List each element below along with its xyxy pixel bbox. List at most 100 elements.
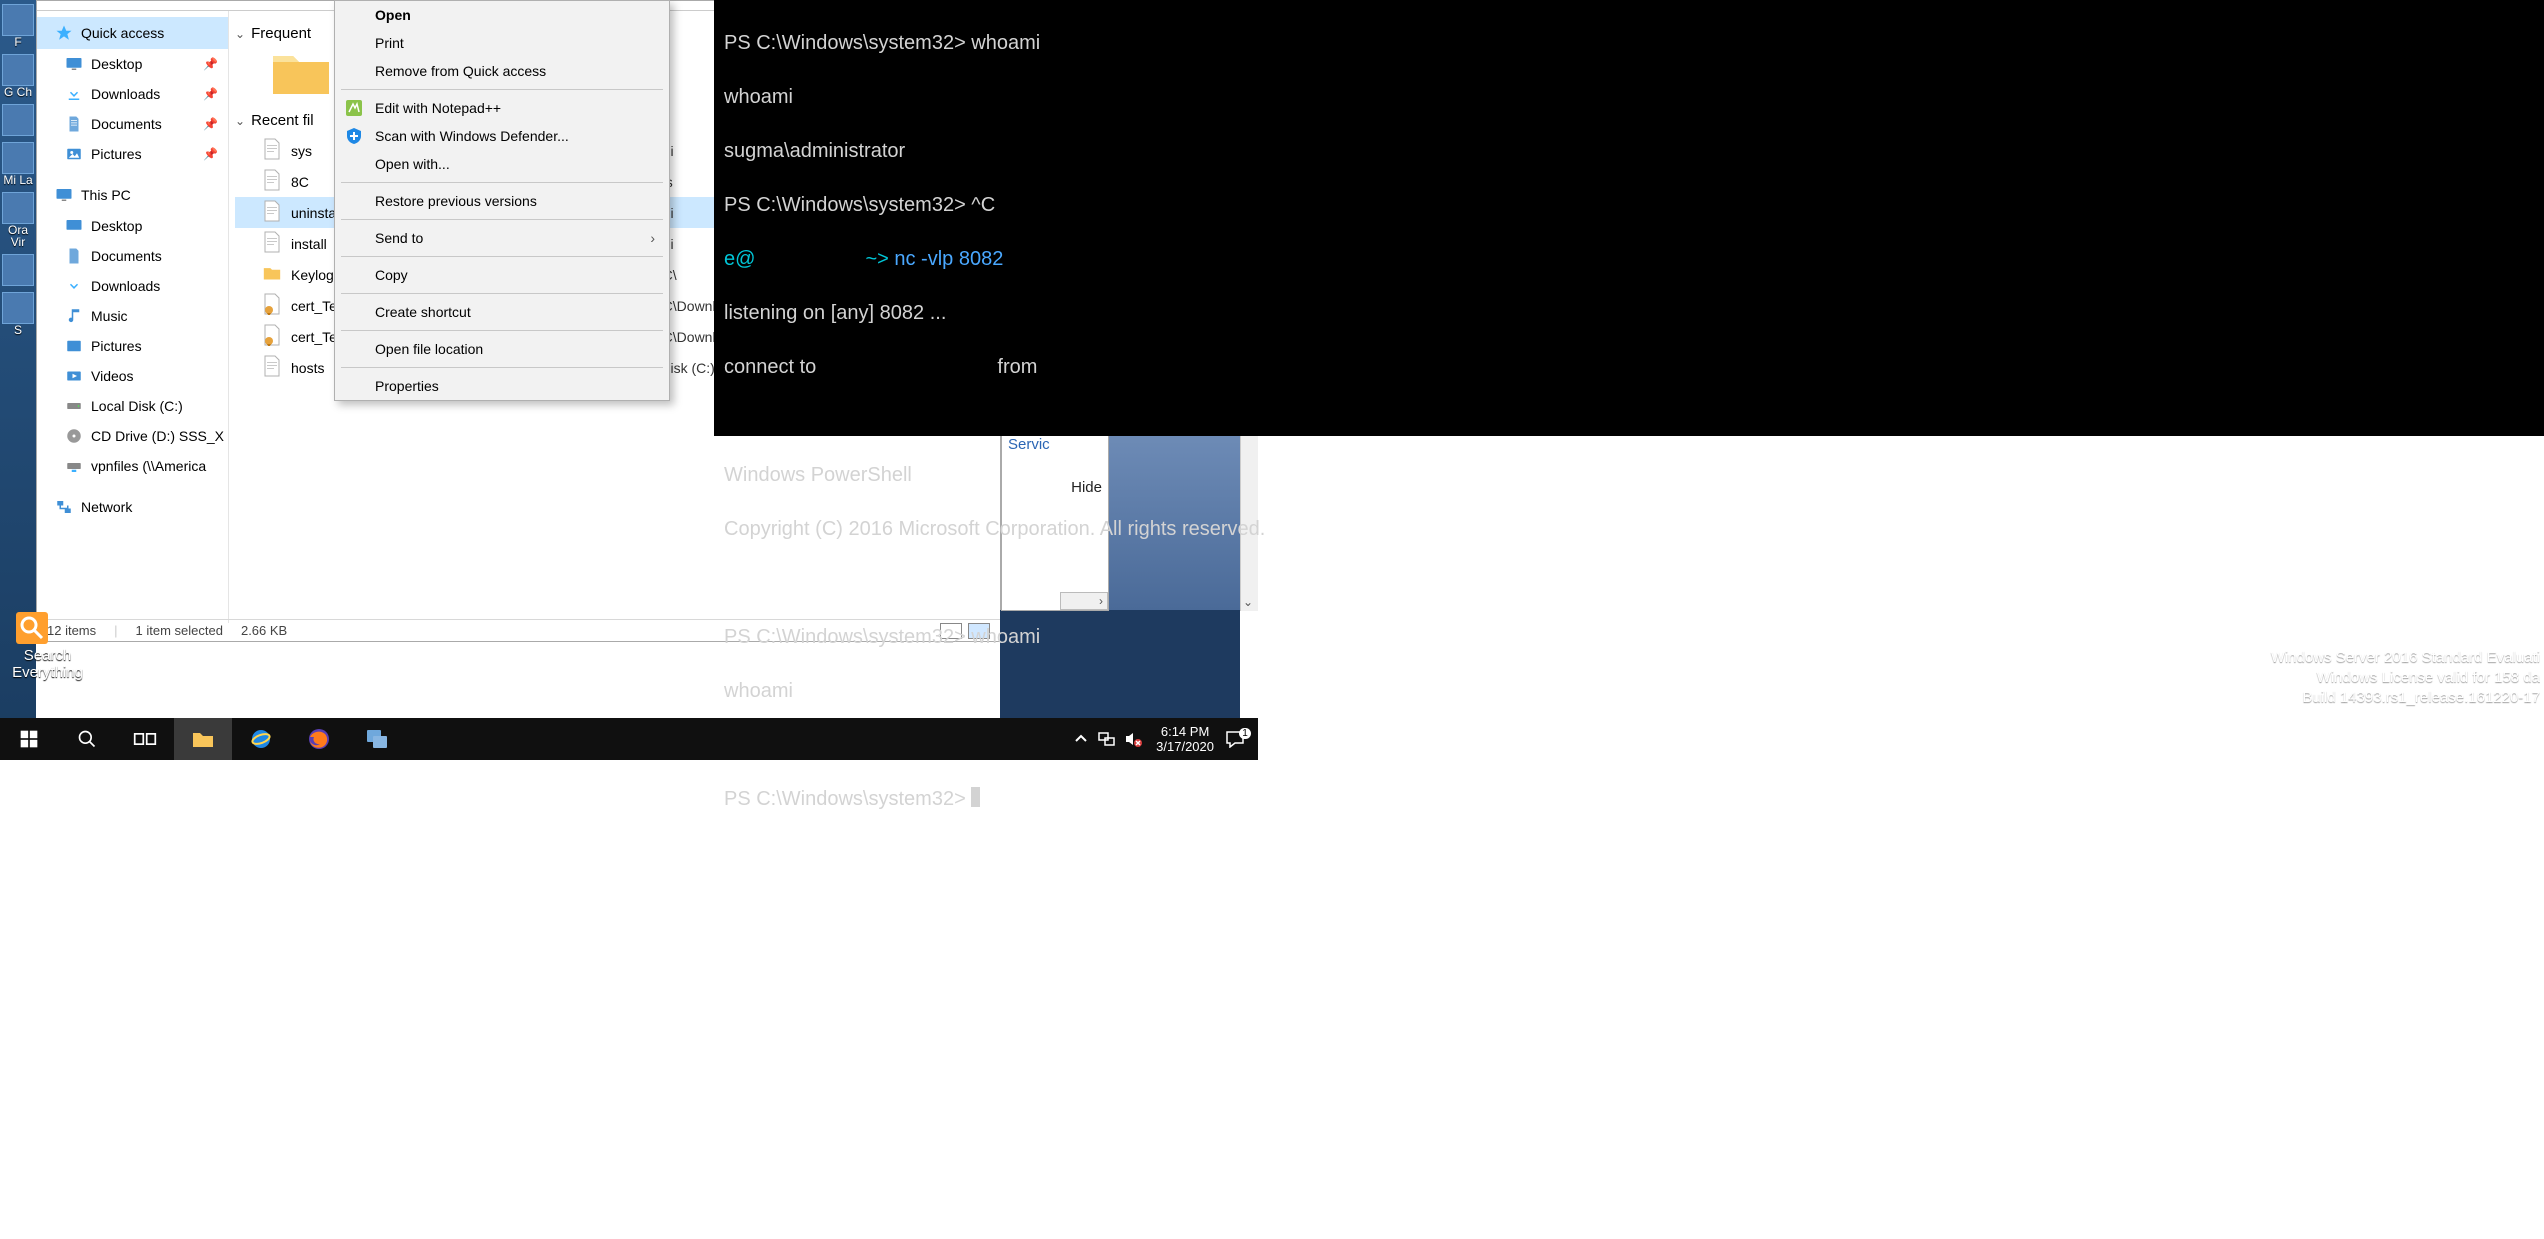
context-menu-item[interactable]: Send to› [335, 224, 669, 252]
terminal-window[interactable]: PS C:\Windows\system32> whoami whoami su… [714, 0, 2544, 436]
recent-file-name: install [291, 236, 327, 252]
context-menu-item[interactable]: Open with... [335, 150, 669, 178]
file-icon [263, 138, 281, 163]
desktop-icon[interactable] [2, 142, 34, 174]
cd-icon [65, 427, 83, 445]
nav-label: CD Drive (D:) SSS_X [91, 428, 224, 444]
context-menu-item[interactable]: Properties [335, 372, 669, 400]
start-button[interactable] [0, 718, 58, 760]
scroll-right-button[interactable]: › [1060, 592, 1108, 610]
section-label: Recent fil [251, 112, 314, 129]
defender-icon [345, 127, 363, 145]
nav-label: Downloads [91, 86, 160, 102]
clock-date: 3/17/2020 [1156, 739, 1214, 754]
term-line: listening on [any] 8082 ... [724, 302, 946, 324]
context-menu-label: Properties [375, 378, 439, 394]
context-menu-label: Restore previous versions [375, 193, 537, 209]
taskbar-app[interactable] [348, 718, 406, 760]
nav-pc-localdisk[interactable]: Local Disk (C:) [37, 391, 228, 421]
term-line: PS C:\Windows\system32> whoami [724, 32, 1040, 54]
context-menu-item[interactable]: Print [335, 29, 669, 57]
desktop-icon-label: F [0, 36, 36, 48]
nav-pc-documents[interactable]: Documents [37, 241, 228, 271]
pc-icon [55, 186, 73, 204]
nav-pc-downloads[interactable]: Downloads [37, 271, 228, 301]
context-menu-label: Open [375, 7, 411, 23]
frequent-folder[interactable] [271, 48, 331, 98]
context-menu-item[interactable]: Open file location [335, 335, 669, 363]
task-view-button[interactable] [116, 718, 174, 760]
term-line: Copyright (C) 2016 Microsoft Corporation… [724, 518, 1265, 540]
context-menu-item[interactable]: Create shortcut [335, 298, 669, 326]
recent-file-name: sys [291, 143, 312, 159]
pin-icon: 📌 [203, 57, 218, 71]
taskbar-ie[interactable] [232, 718, 290, 760]
pin-icon: 📌 [203, 117, 218, 131]
nav-pictures[interactable]: Pictures 📌 [37, 139, 228, 169]
hide-link[interactable]: Hide [1002, 473, 1108, 502]
nav-pc-cddrive[interactable]: CD Drive (D:) SSS_X [37, 421, 228, 451]
chevron-down-icon: ⌄ [1243, 595, 1253, 609]
desktop-icon[interactable] [2, 104, 34, 136]
nav-pc-netdrive[interactable]: vpnfiles (\\America [37, 451, 228, 481]
nav-pc-videos[interactable]: Videos [37, 361, 228, 391]
chevron-right-icon: › [1099, 594, 1107, 608]
context-menu-item[interactable]: Restore previous versions [335, 187, 669, 215]
term-line: Windows PowerShell [724, 464, 912, 486]
nav-quick-access[interactable]: Quick access [37, 17, 228, 49]
context-menu-label: Remove from Quick access [375, 63, 546, 79]
tray-network-icon[interactable] [1094, 718, 1120, 760]
nav-label: Documents [91, 248, 162, 264]
star-icon [55, 24, 73, 42]
taskbar-clock[interactable]: 6:14 PM 3/17/2020 [1146, 724, 1224, 754]
notifications-button[interactable]: 1 [1224, 718, 1258, 760]
npp-icon [345, 99, 363, 117]
nav-pc-pictures[interactable]: Pictures [37, 331, 228, 361]
nav-network[interactable]: Network [37, 491, 228, 523]
tray-volume-muted-icon[interactable] [1120, 718, 1146, 760]
taskbar-explorer[interactable] [174, 718, 232, 760]
nav-label: Quick access [81, 25, 164, 41]
services-title: Servic [1002, 436, 1108, 453]
context-menu-label: Open with... [375, 156, 450, 172]
nav-desktop[interactable]: Desktop 📌 [37, 49, 228, 79]
music-icon [65, 307, 83, 325]
nav-pc-music[interactable]: Music [37, 301, 228, 331]
cert-icon [263, 293, 281, 318]
taskbar-firefox[interactable] [290, 718, 348, 760]
nav-pc-desktop[interactable]: Desktop [37, 211, 228, 241]
nav-label: Local Disk (C:) [91, 398, 183, 414]
nav-this-pc[interactable]: This PC [37, 179, 228, 211]
context-menu-label: Edit with Notepad++ [375, 100, 501, 116]
watermark-line: Windows License valid for 158 da [2270, 668, 2540, 688]
windows-watermark: Windows Server 2016 Standard Evaluati Wi… [2270, 648, 2540, 708]
chevron-down-icon: ⌄ [235, 27, 245, 41]
pictures-icon [65, 337, 83, 355]
file-icon [263, 200, 281, 225]
network-drive-icon [65, 457, 83, 475]
desktop-icon[interactable] [2, 254, 34, 286]
context-menu-item[interactable]: Open [335, 1, 669, 29]
term-line: PS C:\Windows\system32> whoami [724, 626, 1040, 648]
nav-documents[interactable]: Documents 📌 [37, 109, 228, 139]
context-menu-separator [341, 89, 663, 90]
taskbar: 6:14 PM 3/17/2020 1 [0, 718, 1258, 760]
desktop-icon[interactable] [2, 4, 34, 36]
context-menu-item[interactable]: Remove from Quick access [335, 57, 669, 85]
desktop-icon-label: Mi La [0, 174, 36, 186]
search-everything-icon[interactable] [14, 610, 50, 646]
search-button[interactable] [58, 718, 116, 760]
desktop-icon[interactable] [2, 54, 34, 86]
term-line: connect to from [724, 356, 1463, 378]
desktop-icon[interactable] [2, 192, 34, 224]
nav-downloads[interactable]: Downloads 📌 [37, 79, 228, 109]
pictures-icon [65, 145, 83, 163]
desktop-icon[interactable] [2, 292, 34, 324]
context-menu-item[interactable]: Edit with Notepad++ [335, 94, 669, 122]
term-line: PS C:\Windows\system32> ^C [724, 194, 995, 216]
desktop-icon-label: S [0, 324, 36, 336]
tray-chevron-up-icon[interactable] [1068, 718, 1094, 760]
context-menu-item[interactable]: Scan with Windows Defender... [335, 122, 669, 150]
recent-file-name: hosts [291, 360, 324, 376]
context-menu-item[interactable]: Copy [335, 261, 669, 289]
